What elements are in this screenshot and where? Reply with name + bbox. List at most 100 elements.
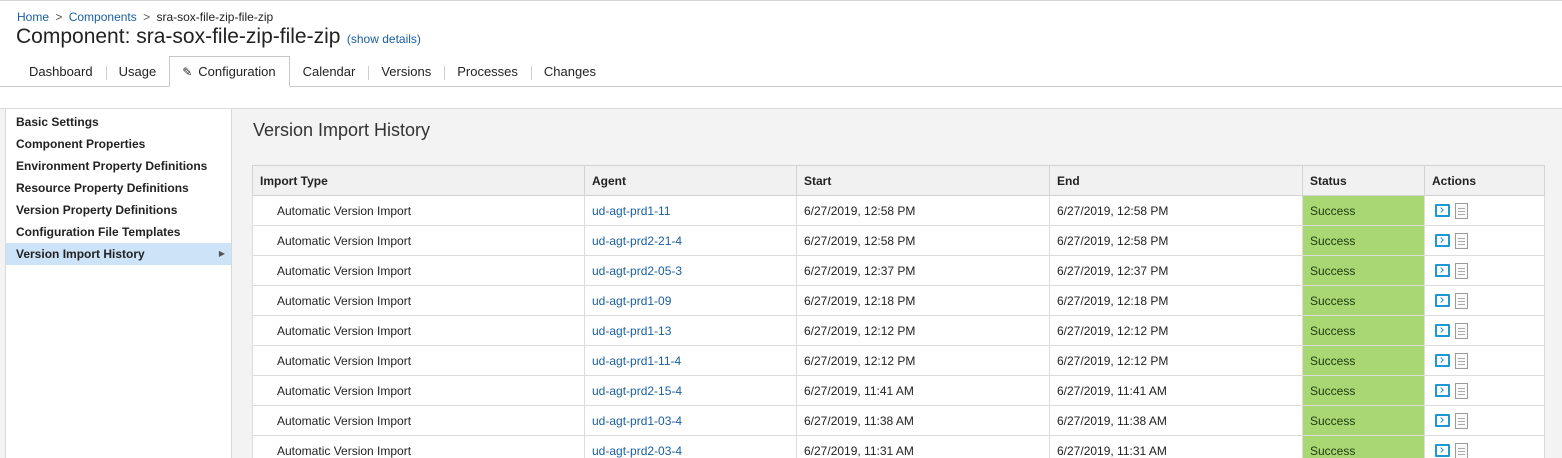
end-cell: 6/27/2019, 12:18 PM	[1049, 285, 1303, 316]
agent-cell: ud-agt-prd2-21-4	[584, 225, 797, 256]
sidebar-item-label: Environment Property Definitions	[16, 159, 208, 173]
actions-cell	[1424, 375, 1545, 406]
agent-cell: ud-agt-prd1-11-4	[584, 345, 797, 376]
breadcrumb-home-link[interactable]: Home	[17, 10, 49, 24]
column-header-import-type[interactable]: Import Type	[252, 165, 585, 196]
log-document-icon[interactable]	[1455, 442, 1468, 458]
breadcrumb-components-link[interactable]: Components	[69, 10, 137, 24]
actions-cell	[1424, 405, 1545, 436]
sidebar-item-label: Resource Property Definitions	[16, 181, 189, 195]
actions-cell	[1424, 315, 1545, 346]
agent-link[interactable]: ud-agt-prd1-13	[592, 324, 671, 338]
actions-cell	[1424, 255, 1545, 286]
agent-link[interactable]: ud-agt-prd1-11	[592, 204, 671, 218]
view-output-icon[interactable]	[1435, 204, 1450, 217]
view-output-icon[interactable]	[1435, 414, 1450, 427]
agent-link[interactable]: ud-agt-prd2-21-4	[592, 234, 682, 248]
tab-label: Dashboard	[29, 64, 93, 79]
log-document-icon[interactable]	[1455, 292, 1468, 309]
pencil-icon: ✎	[182, 64, 193, 79]
table-row: Automatic Version Import ud-agt-prd2-03-…	[252, 435, 1545, 458]
sidebar-item-label: Component Properties	[16, 137, 146, 151]
tab-dashboard[interactable]: Dashboard	[16, 56, 106, 87]
view-output-icon[interactable]	[1435, 294, 1450, 307]
log-document-icon[interactable]	[1455, 382, 1468, 399]
actions-cell	[1424, 435, 1545, 458]
log-document-icon[interactable]	[1455, 262, 1468, 279]
actions-cell	[1424, 195, 1545, 226]
import-type-cell: Automatic Version Import	[252, 375, 585, 406]
sidebar-item-label: Configuration File Templates	[16, 225, 181, 239]
end-cell: 6/27/2019, 11:41 AM	[1049, 375, 1303, 406]
status-badge: Success	[1302, 195, 1425, 226]
sidebar-item-configuration-file-templates[interactable]: Configuration File Templates	[6, 221, 231, 243]
tab-calendar[interactable]: Calendar	[290, 56, 369, 87]
view-output-icon[interactable]	[1435, 264, 1450, 277]
start-cell: 6/27/2019, 12:37 PM	[796, 255, 1050, 286]
view-output-icon[interactable]	[1435, 444, 1450, 457]
log-document-icon[interactable]	[1455, 202, 1468, 219]
view-output-icon[interactable]	[1435, 354, 1450, 367]
agent-link[interactable]: ud-agt-prd1-03-4	[592, 414, 682, 428]
show-details-link[interactable]: (show details)	[347, 32, 421, 46]
view-output-icon[interactable]	[1435, 384, 1450, 397]
sidebar-item-resource-property-definitions[interactable]: Resource Property Definitions	[6, 177, 231, 199]
agent-cell: ud-agt-prd2-05-3	[584, 255, 797, 286]
sidebar-item-basic-settings[interactable]: Basic Settings	[6, 111, 231, 133]
tab-label: Usage	[118, 64, 157, 79]
tab-versions[interactable]: Versions	[368, 56, 444, 87]
sidebar-item-component-properties[interactable]: Component Properties	[6, 133, 231, 155]
table-row: Automatic Version Import ud-agt-prd2-05-…	[252, 255, 1545, 286]
import-type-cell: Automatic Version Import	[252, 315, 585, 346]
log-document-icon[interactable]	[1455, 322, 1468, 339]
agent-link[interactable]: ud-agt-prd2-05-3	[592, 264, 682, 278]
page-title: Component: sra-sox-file-zip-file-zip	[16, 25, 341, 48]
log-document-icon[interactable]	[1455, 232, 1468, 249]
column-header-status[interactable]: Status	[1302, 165, 1425, 196]
agent-link[interactable]: ud-agt-prd1-11-4	[592, 354, 681, 368]
actions-cell	[1424, 285, 1545, 316]
arrow-right-icon: ▶	[218, 249, 225, 258]
end-cell: 6/27/2019, 12:12 PM	[1049, 345, 1303, 376]
status-badge: Success	[1302, 255, 1425, 286]
sidebar-item-version-import-history[interactable]: Version Import History ▶	[6, 243, 231, 265]
import-type-cell: Automatic Version Import	[252, 195, 585, 226]
table-row: Automatic Version Import ud-agt-prd1-03-…	[252, 405, 1545, 436]
column-header-end[interactable]: End	[1049, 165, 1303, 196]
agent-link[interactable]: ud-agt-prd1-09	[592, 294, 671, 308]
tab-label: Processes	[457, 64, 518, 79]
tab-configuration[interactable]: ✎ Configuration	[169, 56, 290, 87]
agent-cell: ud-agt-prd1-11	[584, 195, 797, 226]
top-border	[0, 0, 1562, 1]
tab-changes[interactable]: Changes	[530, 56, 609, 87]
sidebar-item-environment-property-definitions[interactable]: Environment Property Definitions	[6, 155, 231, 177]
table-row: Automatic Version Import ud-agt-prd1-11-…	[252, 345, 1545, 376]
section-title: Version Import History	[253, 120, 431, 140]
status-badge: Success	[1302, 315, 1425, 346]
table-row: Automatic Version Import ud-agt-prd2-21-…	[252, 225, 1545, 256]
breadcrumb-separator: >	[55, 10, 63, 24]
import-history-table: Import Type Agent Start End Status Actio…	[252, 165, 1545, 458]
view-output-icon[interactable]	[1435, 234, 1450, 247]
agent-link[interactable]: ud-agt-prd2-15-4	[592, 384, 682, 398]
log-document-icon[interactable]	[1455, 412, 1468, 429]
agent-cell: ud-agt-prd1-13	[584, 315, 797, 346]
start-cell: 6/27/2019, 11:38 AM	[796, 405, 1050, 436]
tab-processes[interactable]: Processes	[444, 56, 531, 87]
tab-label: Configuration	[198, 64, 276, 79]
agent-link[interactable]: ud-agt-prd2-03-4	[592, 444, 682, 458]
start-cell: 6/27/2019, 12:58 PM	[796, 195, 1050, 226]
tab-usage[interactable]: Usage	[105, 56, 170, 87]
view-output-icon[interactable]	[1435, 324, 1450, 337]
sidebar-item-version-property-definitions[interactable]: Version Property Definitions	[6, 199, 231, 221]
column-header-start[interactable]: Start	[796, 165, 1050, 196]
import-type-cell: Automatic Version Import	[252, 255, 585, 286]
column-header-agent[interactable]: Agent	[584, 165, 797, 196]
tab-bar: Dashboard Usage ✎ Configuration Calendar…	[16, 56, 609, 87]
title-row: Component: sra-sox-file-zip-file-zip (sh…	[16, 25, 421, 49]
agent-cell: ud-agt-prd2-03-4	[584, 435, 797, 458]
start-cell: 6/27/2019, 12:58 PM	[796, 225, 1050, 256]
end-cell: 6/27/2019, 12:58 PM	[1049, 195, 1303, 226]
tab-label: Calendar	[302, 64, 356, 79]
log-document-icon[interactable]	[1455, 352, 1468, 369]
